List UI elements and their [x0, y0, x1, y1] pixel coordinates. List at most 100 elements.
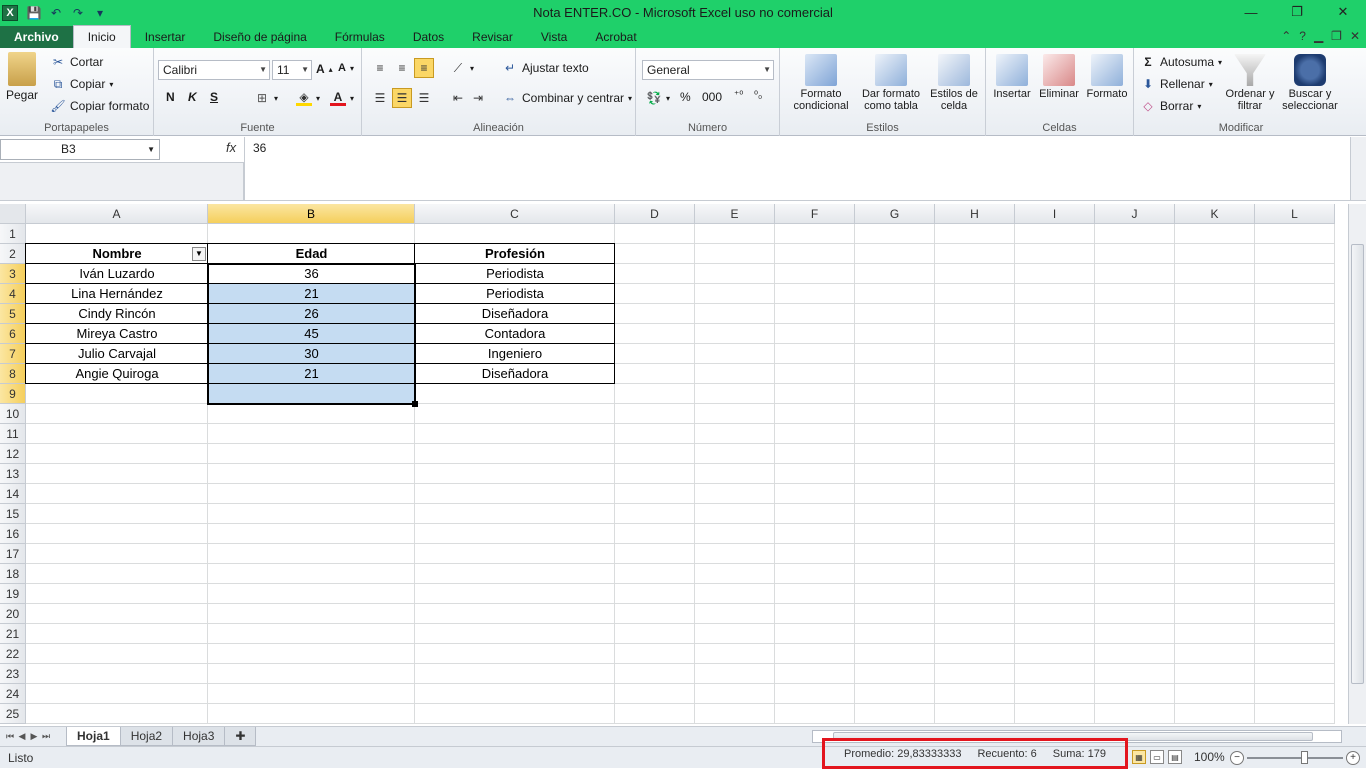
- tab-archivo[interactable]: Archivo: [0, 26, 73, 48]
- customize-qat-icon[interactable]: ▾: [92, 5, 108, 21]
- column-header-b[interactable]: B: [208, 204, 415, 224]
- selection-stats[interactable]: Promedio: 29,83333333 Recuento: 6 Suma: …: [822, 738, 1128, 769]
- table-cell[interactable]: Iván Luzardo: [26, 264, 208, 284]
- increase-indent-button[interactable]: ⇥: [470, 90, 486, 106]
- row-header-24[interactable]: 24: [0, 684, 26, 704]
- currency-button[interactable]: 💱 ▾: [646, 90, 671, 106]
- column-header-k[interactable]: K: [1175, 204, 1255, 224]
- select-all-corner[interactable]: [0, 204, 26, 224]
- table-cell[interactable]: Angie Quiroga: [26, 364, 208, 384]
- zoom-out-icon[interactable]: −: [1230, 751, 1244, 765]
- insert-function-button[interactable]: fx: [226, 140, 236, 155]
- thousands-button[interactable]: 000: [702, 90, 722, 104]
- row-header-19[interactable]: 19: [0, 584, 26, 604]
- decrease-decimal-button[interactable]: ⁰₀: [754, 90, 762, 101]
- table-header-cell[interactable]: Profesión: [415, 244, 615, 264]
- workbook-restore-icon[interactable]: ❐: [1331, 29, 1342, 43]
- row-header-11[interactable]: 11: [0, 424, 26, 444]
- row-header-20[interactable]: 20: [0, 604, 26, 624]
- tab-diseno-pagina[interactable]: Diseño de página: [199, 26, 320, 48]
- sheet-tab-hoja2[interactable]: Hoja2: [119, 727, 174, 746]
- save-icon[interactable]: 💾: [26, 5, 42, 21]
- workbook-minimize-icon[interactable]: ▁: [1314, 29, 1323, 43]
- name-box[interactable]: B3 ▼: [0, 139, 160, 160]
- row-header-3[interactable]: 3: [0, 264, 26, 284]
- sheet-tab-hoja1[interactable]: Hoja1: [66, 727, 121, 746]
- tab-formulas[interactable]: Fórmulas: [321, 26, 399, 48]
- vertical-scrollbar[interactable]: [1348, 204, 1366, 724]
- vertical-scroll-thumb[interactable]: [1351, 244, 1364, 684]
- tab-acrobat[interactable]: Acrobat: [581, 26, 650, 48]
- align-top-button[interactable]: ≡: [372, 60, 388, 76]
- table-cell[interactable]: Diseñadora: [415, 304, 615, 324]
- autosum-button[interactable]: Σ Autosuma ▾: [1140, 54, 1222, 70]
- prev-sheet-button[interactable]: ◀: [16, 731, 28, 742]
- column-header-d[interactable]: D: [615, 204, 695, 224]
- tab-revisar[interactable]: Revisar: [458, 26, 527, 48]
- column-header-c[interactable]: C: [415, 204, 615, 224]
- zoom-slider[interactable]: − +: [1230, 751, 1360, 765]
- row-header-22[interactable]: 22: [0, 644, 26, 664]
- align-center-button[interactable]: ☰: [392, 88, 412, 108]
- tab-vista[interactable]: Vista: [527, 26, 581, 48]
- fill-color-button[interactable]: ◈ ▾: [296, 90, 320, 106]
- row-header-8[interactable]: 8: [0, 364, 26, 384]
- table-cell[interactable]: 36: [208, 264, 415, 284]
- table-cell[interactable]: Julio Carvajal: [26, 344, 208, 364]
- row-header-16[interactable]: 16: [0, 524, 26, 544]
- align-middle-button[interactable]: ≡: [394, 60, 410, 76]
- page-layout-view-icon[interactable]: ▭: [1150, 750, 1164, 764]
- sort-filter-button[interactable]: Ordenar y filtrar: [1224, 54, 1276, 112]
- conditional-format-button[interactable]: Formato condicional: [786, 54, 856, 112]
- redo-icon[interactable]: ↷: [70, 5, 86, 21]
- align-bottom-button[interactable]: ≡: [414, 58, 434, 78]
- column-header-j[interactable]: J: [1095, 204, 1175, 224]
- row-header-25[interactable]: 25: [0, 704, 26, 724]
- find-select-button[interactable]: Buscar y seleccionar: [1278, 54, 1342, 112]
- borders-button[interactable]: ⊞ ▾: [254, 90, 278, 106]
- row-header-18[interactable]: 18: [0, 564, 26, 584]
- table-header-cell[interactable]: Edad: [208, 244, 415, 264]
- row-header-21[interactable]: 21: [0, 624, 26, 644]
- last-sheet-button[interactable]: ⏭: [40, 731, 52, 742]
- tab-insertar[interactable]: Insertar: [131, 26, 200, 48]
- font-color-button[interactable]: A ▾: [330, 90, 354, 106]
- minimize-button[interactable]: —: [1228, 0, 1274, 24]
- align-left-button[interactable]: ☰: [372, 90, 388, 106]
- table-cell[interactable]: Ingeniero: [415, 344, 615, 364]
- row-header-13[interactable]: 13: [0, 464, 26, 484]
- formula-input[interactable]: 36: [244, 137, 1350, 200]
- cell-styles-button[interactable]: Estilos de celda: [926, 54, 982, 112]
- row-header-1[interactable]: 1: [0, 224, 26, 244]
- restore-button[interactable]: ❐: [1274, 0, 1320, 24]
- row-header-15[interactable]: 15: [0, 504, 26, 524]
- paste-button[interactable]: Pegar: [6, 52, 38, 102]
- table-cell[interactable]: 21: [208, 364, 415, 384]
- column-header-a[interactable]: A: [26, 204, 208, 224]
- copy-button[interactable]: ⧉ Copiar ▾: [50, 76, 114, 92]
- increase-decimal-button[interactable]: ⁺⁰: [734, 90, 743, 101]
- wrap-text-button[interactable]: ↵ Ajustar texto: [502, 60, 589, 76]
- shrink-font-button[interactable]: A ▾: [338, 62, 354, 74]
- table-cell[interactable]: 26: [208, 304, 415, 324]
- tab-inicio[interactable]: Inicio: [72, 25, 131, 48]
- row-header-4[interactable]: 4: [0, 284, 26, 304]
- row-header-7[interactable]: 7: [0, 344, 26, 364]
- workbook-close-icon[interactable]: ✕: [1350, 29, 1360, 43]
- first-sheet-button[interactable]: ⏮: [4, 731, 16, 742]
- table-cell[interactable]: 45: [208, 324, 415, 344]
- help-icon[interactable]: ?: [1299, 29, 1306, 43]
- column-header-g[interactable]: G: [855, 204, 935, 224]
- grow-font-button[interactable]: A ▴: [316, 62, 333, 76]
- table-header-cell[interactable]: Nombre: [26, 244, 208, 264]
- format-cells-button[interactable]: Formato: [1084, 54, 1130, 100]
- page-break-view-icon[interactable]: ▤: [1168, 750, 1182, 764]
- table-cell[interactable]: Lina Hernández: [26, 284, 208, 304]
- row-header-12[interactable]: 12: [0, 444, 26, 464]
- cut-button[interactable]: ✂ Cortar: [50, 54, 103, 70]
- column-header-h[interactable]: H: [935, 204, 1015, 224]
- row-header-6[interactable]: 6: [0, 324, 26, 344]
- decrease-indent-button[interactable]: ⇤: [450, 90, 466, 106]
- merge-center-button[interactable]: ⇔ Combinar y centrar ▾: [502, 90, 632, 106]
- align-right-button[interactable]: ☰: [416, 90, 432, 106]
